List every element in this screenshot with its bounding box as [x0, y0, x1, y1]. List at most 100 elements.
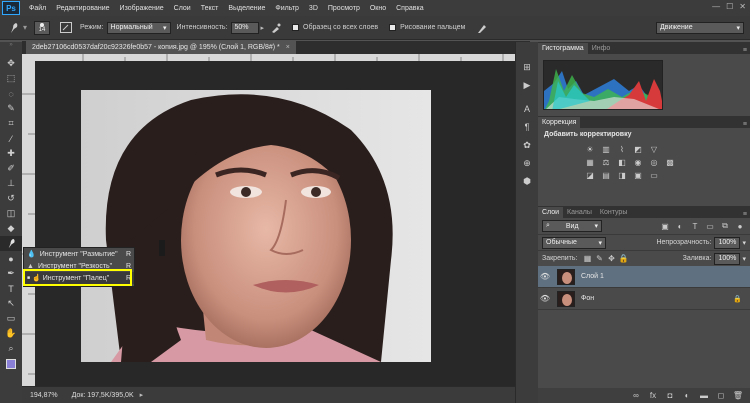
layer-thumbnail[interactable] — [557, 268, 575, 285]
menu-view[interactable]: Просмотр — [323, 5, 365, 12]
pen-tool-icon[interactable]: ✒ — [0, 266, 22, 281]
brush-tool-icon[interactable]: ✐ — [0, 161, 22, 176]
finger-paint-checkbox[interactable] — [389, 24, 397, 31]
tab-channels[interactable]: Каналы — [563, 207, 596, 218]
close-button[interactable]: ✕ — [739, 2, 746, 11]
mask-icon[interactable]: ◘ — [664, 391, 676, 401]
layer-thumbnail[interactable] — [557, 290, 575, 307]
curves-icon[interactable]: ⌇ — [616, 144, 628, 154]
menu-select[interactable]: Выделение — [223, 5, 270, 12]
folder-icon[interactable]: ▬ — [698, 391, 710, 401]
shape-tool-icon[interactable]: ▭ — [0, 311, 22, 326]
pixel-filter-icon[interactable]: ▣ — [659, 221, 671, 231]
tab-corrections[interactable]: Коррекция — [538, 117, 581, 128]
pressure-icon[interactable] — [474, 21, 490, 35]
tab-histogram[interactable]: Гистограмма — [538, 43, 588, 54]
brush-presets-icon[interactable]: ✿ — [516, 136, 538, 154]
eyedropper-tool-icon[interactable]: ⁄ — [0, 131, 22, 146]
brush-size-picker[interactable]: 14 — [34, 20, 51, 35]
tab-info[interactable]: Инфо — [588, 43, 615, 54]
healing-brush-tool-icon[interactable]: ✚ — [0, 146, 22, 161]
exposure-icon[interactable]: ◩ — [632, 144, 644, 154]
color-balance-icon[interactable]: ⚖ — [600, 157, 612, 167]
smudge-tool-preset-icon[interactable] — [6, 21, 22, 35]
history-icon[interactable]: ⊞ — [516, 58, 538, 76]
type-filter-icon[interactable]: T — [689, 221, 701, 231]
panel-menu-icon[interactable]: ≡ — [743, 121, 750, 128]
color-lookup-icon[interactable]: ▩ — [664, 157, 676, 167]
threshold-icon[interactable]: ◨ — [616, 170, 628, 180]
intensity-input[interactable]: 50% — [230, 21, 259, 34]
sample-all-layers-checkbox[interactable] — [292, 24, 300, 31]
layer-filter-select[interactable]: ⌕ Вид ▾ — [542, 220, 602, 232]
filter-toggle-icon[interactable]: ● — [734, 221, 746, 231]
document-image[interactable] — [81, 90, 431, 362]
invert-icon[interactable]: ◪ — [584, 170, 596, 180]
menu-layers[interactable]: Слои — [169, 5, 196, 12]
zoom-level[interactable]: 194,87% — [30, 392, 58, 399]
layer-name[interactable]: Слой 1 — [581, 273, 604, 280]
status-arrow-icon[interactable]: ▸ — [140, 391, 144, 399]
menu-window[interactable]: Окно — [365, 5, 391, 12]
menu-edit[interactable]: Редактирование — [51, 5, 114, 12]
lock-position-icon[interactable]: ✥ — [605, 254, 617, 264]
vibrance-icon[interactable]: ▽ — [648, 144, 660, 154]
zoom-tool-icon[interactable]: ⌕ — [0, 341, 22, 356]
paragraph-icon[interactable]: ¶ — [516, 118, 538, 136]
clone-stamp-tool-icon[interactable]: ⊥ — [0, 176, 22, 191]
channel-mixer-icon[interactable]: ◎ — [648, 157, 660, 167]
link-icon[interactable]: ∞ — [630, 391, 642, 401]
smart-object-filter-icon[interactable]: ⧉ — [719, 221, 731, 231]
menu-help[interactable]: Справка — [391, 5, 428, 12]
lock-transparency-icon[interactable]: ▦ — [581, 254, 593, 264]
fill-input[interactable]: 100% — [714, 252, 741, 265]
brush-panel-icon[interactable] — [58, 21, 74, 35]
gradient-map-icon[interactable]: ▭ — [648, 170, 660, 180]
blur-tool-item[interactable]: 💧 Инструмент "Размытие" R — [24, 248, 134, 260]
3d-icon[interactable]: ⬢ — [516, 172, 538, 190]
layer-name[interactable]: Фон — [581, 295, 594, 302]
levels-icon[interactable]: ▥ — [600, 144, 612, 154]
menu-3d[interactable]: 3D — [304, 5, 323, 12]
quick-select-tool-icon[interactable]: ✎ — [0, 101, 22, 116]
panel-menu-icon[interactable]: ≡ — [743, 211, 750, 218]
ruler-vertical[interactable] — [22, 54, 35, 386]
menu-image[interactable]: Изображение — [115, 5, 169, 12]
lock-pixels-icon[interactable]: ✎ — [593, 254, 605, 264]
marquee-tool-icon[interactable]: ⬚ — [0, 71, 22, 86]
intensity-slider-arrow-icon[interactable]: ▸ — [261, 24, 265, 32]
brightness-icon[interactable]: ☀ — [584, 144, 596, 154]
move-tool-icon[interactable]: ✥ — [0, 56, 22, 71]
chevron-down-icon[interactable]: ▾ — [742, 239, 746, 247]
new-layer-icon[interactable]: ◻ — [715, 391, 727, 401]
type-tool-icon[interactable]: T — [0, 281, 22, 296]
close-tab-icon[interactable]: × — [286, 44, 290, 51]
maximize-button[interactable]: ☐ — [726, 2, 733, 11]
ruler-horizontal[interactable] — [35, 54, 530, 61]
adjustment-icon[interactable]: ◐ — [681, 391, 693, 401]
character-icon[interactable]: A — [516, 100, 538, 118]
posterize-icon[interactable]: ▤ — [600, 170, 612, 180]
lasso-tool-icon[interactable]: ◌ — [0, 86, 22, 101]
tab-paths[interactable]: Контуры — [596, 207, 631, 218]
layer-row-layer1[interactable]: 👁 Слой 1 — [538, 266, 750, 288]
mode-select[interactable]: Нормальный ▾ — [106, 21, 171, 34]
eraser-tool-icon[interactable]: ◫ — [0, 206, 22, 221]
menu-text[interactable]: Текст — [196, 5, 224, 12]
blend-mode-select[interactable]: Обычные ▾ — [542, 236, 606, 249]
toolbox-grip[interactable]: » — [0, 42, 22, 56]
menu-filter[interactable]: Фильтр — [270, 5, 304, 12]
black-white-icon[interactable]: ◧ — [616, 157, 628, 167]
clone-source-icon[interactable]: ⊕ — [516, 154, 538, 172]
dodge-tool-icon[interactable]: ● — [0, 251, 22, 266]
trash-icon[interactable]: 🗑 — [732, 391, 744, 401]
paint-bucket-tool-icon[interactable]: ◆ — [0, 221, 22, 236]
airbrush-icon[interactable] — [268, 21, 284, 35]
eye-icon[interactable]: 👁 — [538, 272, 552, 281]
hue-saturation-icon[interactable]: ▦ — [584, 157, 596, 167]
hand-tool-icon[interactable]: ✋ — [0, 326, 22, 341]
smudge-tool-icon[interactable] — [0, 236, 22, 251]
panel-menu-icon[interactable]: ≡ — [743, 47, 750, 54]
adjustment-filter-icon[interactable]: ◐ — [674, 221, 686, 231]
menu-file[interactable]: Файл — [24, 5, 51, 12]
